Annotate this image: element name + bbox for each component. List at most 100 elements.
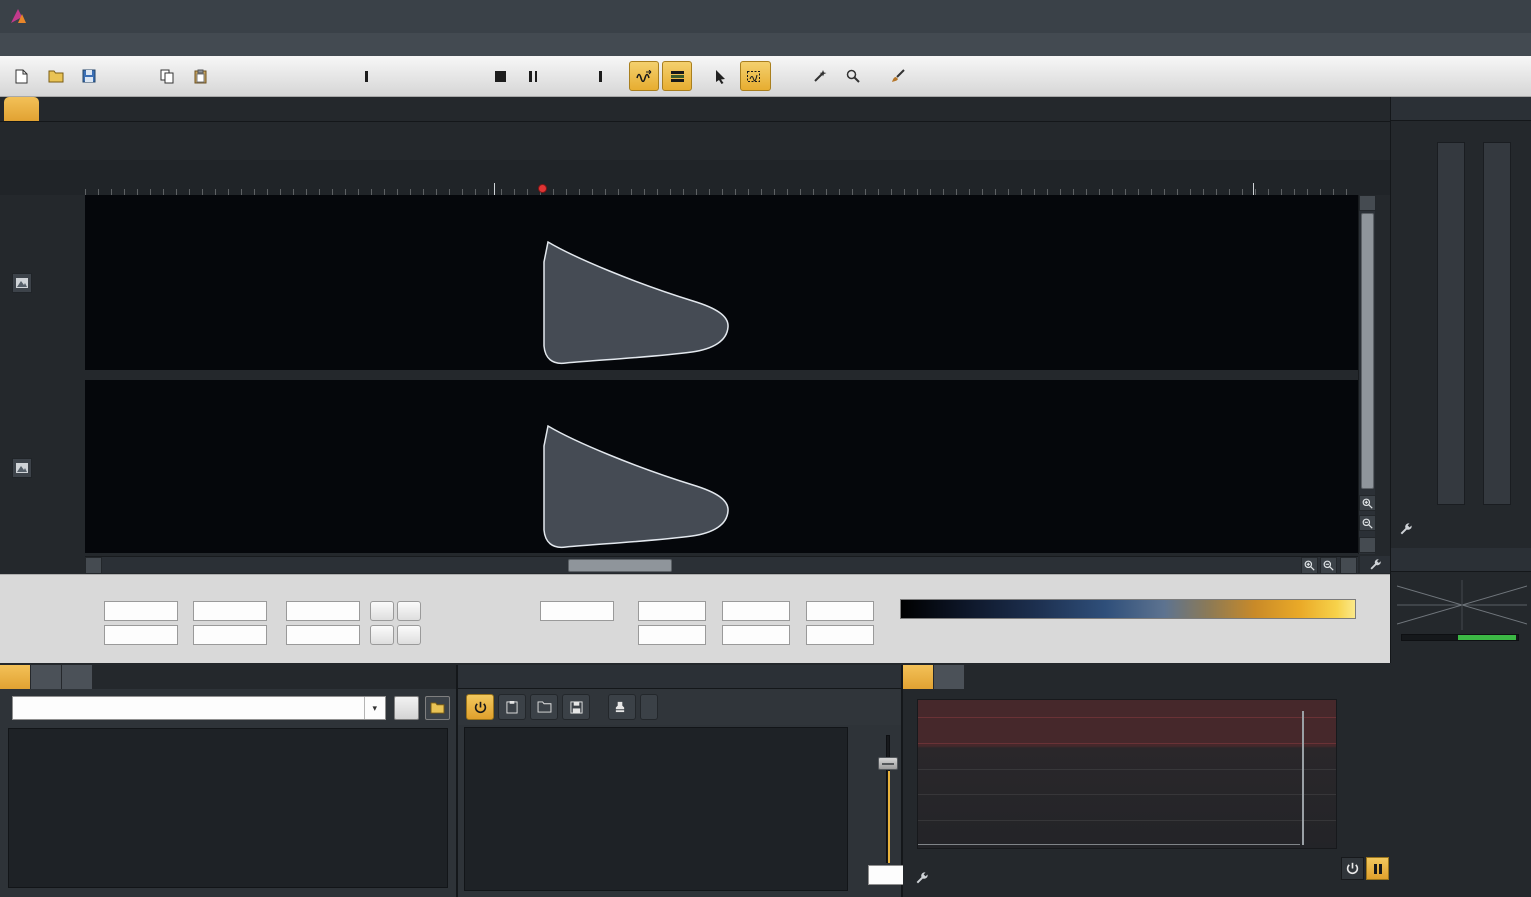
spectrogram-view-toggle-button[interactable] — [662, 61, 692, 91]
folder-up-button[interactable] — [394, 696, 419, 720]
scrub-toggle-button[interactable] — [629, 61, 659, 91]
selection-redo-button[interactable] — [397, 601, 421, 621]
go-to-end-button[interactable] — [584, 61, 614, 91]
spectral-selection-tool-button[interactable] — [740, 61, 771, 91]
redo-button[interactable] — [263, 61, 293, 91]
spectral-selection-overlay[interactable] — [85, 195, 1358, 554]
channel-spinner[interactable] — [34, 273, 43, 293]
cursor-position-field[interactable] — [540, 601, 614, 621]
channel-spinner[interactable] — [34, 458, 43, 478]
zoom-in-vertical-button[interactable] — [1359, 495, 1376, 511]
vertical-scroll-thumb[interactable] — [1361, 213, 1374, 489]
menu-bar — [0, 33, 1531, 56]
vertical-scrollbar[interactable] — [1358, 195, 1375, 554]
new-file-button[interactable] — [8, 61, 38, 91]
loop-playback-button[interactable] — [452, 61, 482, 91]
browse-folder-button[interactable] — [425, 696, 450, 720]
zoom-out-vertical-button[interactable] — [1359, 515, 1376, 531]
level-meter-bar-right — [1483, 142, 1511, 505]
dropdown-icon[interactable]: ▾ — [364, 697, 377, 719]
close-button[interactable] — [1491, 5, 1521, 29]
channel-thumbnail-button[interactable] — [12, 458, 32, 478]
scroll-down-button[interactable] — [1359, 537, 1376, 553]
scrub-icon — [636, 70, 652, 82]
save-button[interactable] — [74, 61, 104, 91]
open-file-button[interactable] — [41, 61, 71, 91]
magic-wand-tool-button[interactable] — [807, 61, 837, 91]
level-meter-settings-wrench-icon[interactable] — [1399, 522, 1413, 536]
toolbar — [0, 56, 1531, 97]
cut-button[interactable] — [119, 61, 149, 91]
view-settings-button[interactable] — [1360, 556, 1390, 573]
range-hz-field[interactable] — [806, 601, 874, 621]
from-hz-field[interactable] — [638, 601, 706, 621]
scroll-up-button[interactable] — [1359, 195, 1376, 211]
view-undo-button[interactable] — [370, 625, 394, 645]
path-dropdown[interactable]: ▾ — [12, 696, 386, 720]
from-hz-field-2[interactable] — [638, 625, 706, 645]
pause-button[interactable] — [518, 61, 548, 91]
go-to-start-button[interactable] — [353, 61, 383, 91]
zoom-tool-button[interactable] — [840, 61, 870, 91]
view-to-field[interactable] — [193, 625, 267, 645]
bar-icon — [365, 71, 368, 82]
chain-paste-button[interactable] — [498, 694, 526, 720]
fast-forward-button[interactable] — [551, 61, 581, 91]
loudness-pause-button[interactable] — [1366, 857, 1389, 880]
tab-media-file-browser[interactable] — [0, 665, 31, 689]
cleanup-brush-button[interactable] — [885, 61, 916, 91]
stop-button[interactable] — [485, 61, 515, 91]
chain-power-button[interactable] — [466, 694, 494, 720]
selection-duration-field[interactable] — [286, 601, 360, 621]
minimize-button[interactable] — [1427, 5, 1457, 29]
view-from-field[interactable] — [104, 625, 178, 645]
acoustica-window: ▾ — [0, 0, 1531, 897]
zoom-out-button[interactable] — [1320, 557, 1337, 574]
loudness-settings-wrench-icon[interactable] — [915, 871, 929, 885]
to-hz-field-2[interactable] — [722, 625, 790, 645]
play-button[interactable] — [419, 61, 449, 91]
maximize-button[interactable] — [1459, 5, 1489, 29]
selection-lasso-right[interactable] — [544, 426, 728, 547]
stamp-icon — [614, 701, 626, 713]
selection-to-field[interactable] — [193, 601, 267, 621]
chain-open-button[interactable] — [530, 694, 558, 720]
range-hz-field-2[interactable] — [806, 625, 874, 645]
zoom-out-icon — [1362, 518, 1373, 529]
scroll-right-button[interactable] — [1340, 557, 1357, 574]
selection-undo-button[interactable] — [370, 601, 394, 621]
magnitude-color-scale — [900, 599, 1356, 619]
tab-region-list[interactable] — [31, 665, 62, 689]
paste-button[interactable] — [185, 61, 215, 91]
loudness-power-button[interactable] — [1341, 857, 1364, 880]
apply-dropdown-button[interactable] — [640, 694, 658, 720]
save-icon — [82, 69, 96, 83]
output-level-slider-handle[interactable] — [878, 757, 898, 770]
draw-tool-button[interactable] — [774, 61, 804, 91]
tab-conga-drums-dry[interactable] — [4, 97, 39, 121]
waveform-overview[interactable] — [0, 123, 1390, 160]
to-hz-field[interactable] — [722, 601, 790, 621]
horizontal-scrollbar[interactable] — [85, 556, 1358, 573]
file-list — [8, 728, 448, 888]
timeline-ruler[interactable] — [0, 160, 1390, 195]
chain-save-button[interactable] — [562, 694, 590, 720]
playhead-marker[interactable] — [538, 184, 547, 193]
zoom-in-button[interactable] — [1301, 557, 1318, 574]
record-button[interactable] — [308, 61, 338, 91]
apply-button[interactable] — [608, 694, 636, 720]
selection-from-field[interactable] — [104, 601, 178, 621]
undo-button[interactable] — [230, 61, 260, 91]
horizontal-scroll-thumb[interactable] — [568, 559, 672, 572]
channel-thumbnail-button[interactable] — [12, 273, 32, 293]
copy-button[interactable] — [152, 61, 182, 91]
tab-loudness-meter[interactable] — [903, 665, 934, 689]
tab-label-list[interactable] — [62, 665, 93, 689]
view-duration-field[interactable] — [286, 625, 360, 645]
scroll-left-button[interactable] — [85, 557, 102, 574]
rewind-button[interactable] — [386, 61, 416, 91]
tab-spectrum-analyzer[interactable] — [934, 665, 965, 689]
selection-tool-button[interactable] — [707, 61, 737, 91]
selection-lasso-left[interactable] — [544, 242, 728, 363]
view-redo-button[interactable] — [397, 625, 421, 645]
